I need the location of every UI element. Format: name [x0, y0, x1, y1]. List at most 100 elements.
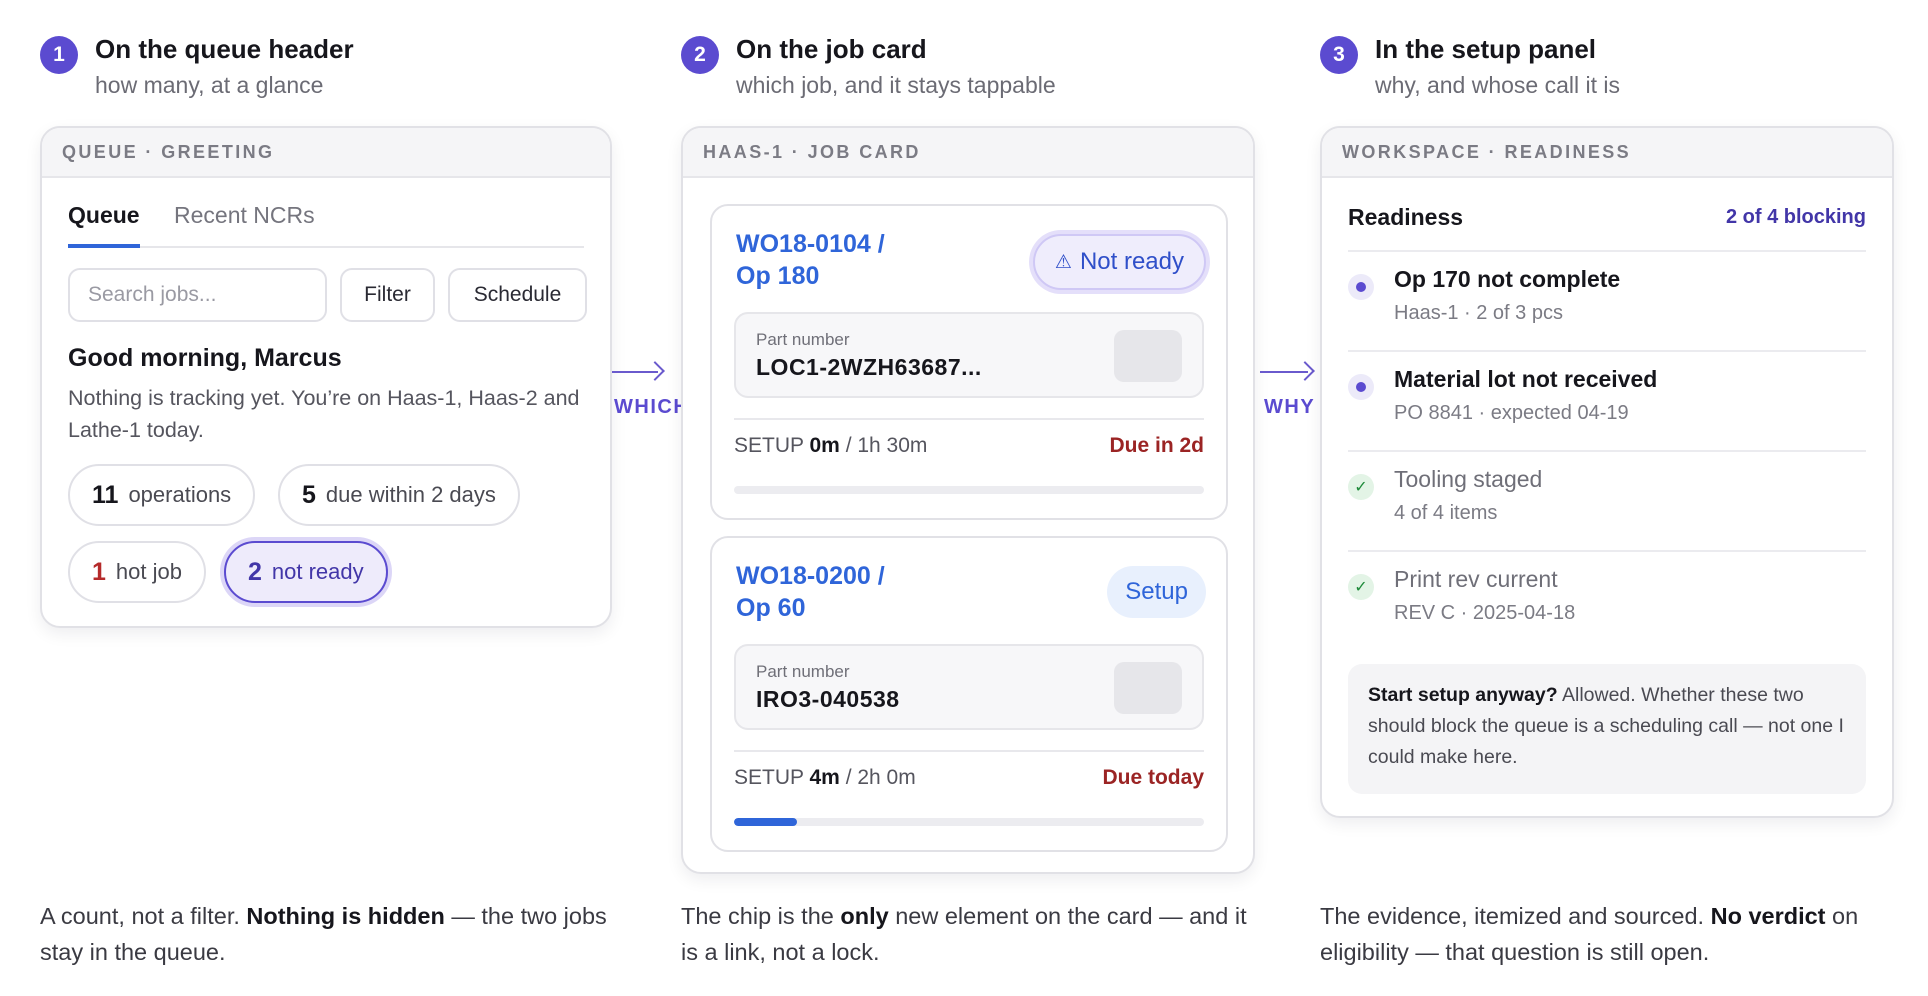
part-label: Part number [756, 330, 850, 349]
divider [734, 418, 1204, 420]
readiness-item[interactable]: ✓ Print rev current REV C · 2025-04-18 [1348, 564, 1866, 654]
step-number: 1 [40, 36, 78, 74]
search-input[interactable]: Search jobs... [68, 268, 327, 322]
readiness-item[interactable]: Op 170 not complete Haas-1 · 2 of 3 pcs [1348, 264, 1866, 354]
tab-queue[interactable]: Queue [68, 202, 140, 248]
caption-text: The evidence, itemized and sourced. [1320, 903, 1711, 929]
step-number: 3 [1320, 36, 1358, 74]
readiness-item[interactable]: ✓ Tooling staged 4 of 4 items [1348, 464, 1866, 554]
warning-icon: ⚠ [1054, 251, 1072, 273]
arrow-label: WHY [1264, 396, 1316, 418]
step-title: On the job card [736, 34, 927, 64]
caption-emphasis: Nothing is hidden [246, 903, 445, 929]
setup-time: SETUP 0m / 1h 30m [734, 434, 927, 458]
job-card[interactable]: WO18-0200 / Op 60 Setup Part number IRO3… [710, 536, 1228, 852]
chip-label: hot job [115, 559, 182, 584]
readiness-title: Readiness [1348, 204, 1464, 230]
step-title: In the setup panel [1375, 34, 1597, 64]
step-header: 2 On the job card which job, and it stay… [681, 30, 1255, 110]
chip-due-soon[interactable]: 5 due within 2 days [278, 464, 520, 526]
due-status: Due today [1102, 766, 1204, 789]
readiness-panel: WORKSPACE · READINESS Readiness 2 of 4 b… [1320, 126, 1894, 818]
arrow-right-icon [645, 361, 665, 381]
panel-header: WORKSPACE · READINESS [1322, 128, 1892, 178]
panel-header: QUEUE · GREETING [42, 128, 610, 178]
item-detail: 4 of 4 items [1394, 502, 1498, 524]
chip-count: 11 [92, 480, 119, 509]
blocking-dot-icon [1348, 274, 1374, 300]
item-detail: Haas-1 · 2 of 3 pcs [1394, 302, 1563, 324]
setup-progress-bar [734, 486, 1204, 494]
part-thumbnail [1114, 662, 1182, 714]
item-title: Op 170 not complete [1394, 266, 1621, 292]
step-header: 3 In the setup panel why, and whose call… [1320, 30, 1894, 110]
caption: A count, not a filter. Nothing is hidden… [40, 898, 612, 970]
job-title-link[interactable]: WO18-0200 / Op 60 [736, 560, 885, 624]
setup-anyway-note: Start setup anyway? Allowed. Whether the… [1348, 664, 1866, 794]
setup-label: SETUP [734, 434, 804, 457]
divider [1348, 450, 1866, 452]
readiness-item[interactable]: Material lot not received PO 8841 · expe… [1348, 364, 1866, 454]
schedule-button[interactable]: Schedule [448, 268, 587, 322]
queue-panel: QUEUE · GREETING Queue Recent NCRs Searc… [40, 126, 612, 628]
chip-label: due within 2 days [325, 482, 496, 507]
part-number-box: Part number IRO3-040538 [734, 644, 1204, 730]
caption: The evidence, itemized and sourced. No v… [1320, 898, 1894, 970]
caption-emphasis: No verdict [1710, 903, 1826, 929]
chip-label: not ready [271, 559, 364, 584]
step-title: On the queue header [95, 34, 354, 64]
job-operation: Op 60 [736, 594, 806, 622]
badge-label: Not ready [1079, 248, 1184, 275]
divider [1348, 250, 1866, 252]
part-number: LOC1-2WZH63687... [756, 354, 982, 380]
caption-emphasis: only [840, 903, 889, 929]
chip-count: 5 [302, 480, 316, 509]
caption-text: The chip is the [681, 903, 841, 929]
chip-operations[interactable]: 11 operations [68, 464, 256, 526]
caption: The chip is the only new element on the … [681, 898, 1255, 970]
item-title: Material lot not received [1394, 366, 1658, 392]
part-number: IRO3-040538 [756, 686, 900, 712]
item-title: Tooling staged [1394, 466, 1543, 492]
item-detail: PO 8841 · expected 04-19 [1394, 402, 1629, 424]
filter-button[interactable]: Filter [340, 268, 435, 322]
step-subtitle: how many, at a glance [95, 72, 324, 98]
note-question[interactable]: Start setup anyway? [1368, 684, 1558, 706]
step-subtitle: why, and whose call it is [1375, 72, 1621, 98]
step-number: 2 [681, 36, 719, 74]
chip-hot-job[interactable]: 1 hot job [68, 541, 206, 603]
setup-progress-bar [734, 818, 1204, 826]
divider [1348, 550, 1866, 552]
job-card-panel: HAAS-1 · JOB CARD WO18-0104 / Op 180 ⚠ N… [681, 126, 1255, 874]
step-header: 1 On the queue header how many, at a gla… [40, 30, 612, 110]
chip-count: 1 [92, 557, 106, 586]
greeting-subtitle: Nothing is tracking yet. You’re on Haas-… [68, 386, 580, 442]
caption-text: A count, not a filter. [40, 903, 247, 929]
setup-total: / 1h 30m [845, 434, 928, 457]
item-title: Print rev current [1394, 566, 1558, 592]
not-ready-badge[interactable]: ⚠ Not ready [1032, 234, 1206, 290]
job-card[interactable]: WO18-0104 / Op 180 ⚠ Not ready Part numb… [710, 204, 1228, 520]
setup-label: SETUP [734, 766, 804, 789]
part-thumbnail [1114, 330, 1182, 382]
setup-elapsed: 4m [809, 766, 840, 789]
check-icon: ✓ [1348, 474, 1374, 500]
setup-time: SETUP 4m / 2h 0m [734, 766, 916, 790]
item-detail: REV C · 2025-04-18 [1394, 602, 1576, 624]
step-subtitle: which job, and it stays tappable [736, 72, 1056, 98]
job-title-link[interactable]: WO18-0104 / Op 180 [736, 228, 885, 292]
tab-recent-ncrs[interactable]: Recent NCRs [174, 202, 315, 248]
arrow-label: WHICH [614, 396, 690, 418]
job-operation: Op 180 [736, 262, 820, 290]
panel-header: HAAS-1 · JOB CARD [683, 128, 1253, 178]
setup-elapsed: 0m [809, 434, 840, 457]
blocking-dot-icon [1348, 374, 1374, 400]
divider [1348, 350, 1866, 352]
arrow-right-icon [1295, 361, 1315, 381]
setup-badge[interactable]: Setup [1107, 566, 1206, 618]
job-work-order: WO18-0104 / [736, 230, 885, 258]
blocking-count: 2 of 4 blocking [1725, 206, 1866, 228]
setup-total: / 2h 0m [845, 766, 916, 789]
chip-not-ready[interactable]: 2 not ready [224, 541, 388, 603]
check-icon: ✓ [1348, 574, 1374, 600]
